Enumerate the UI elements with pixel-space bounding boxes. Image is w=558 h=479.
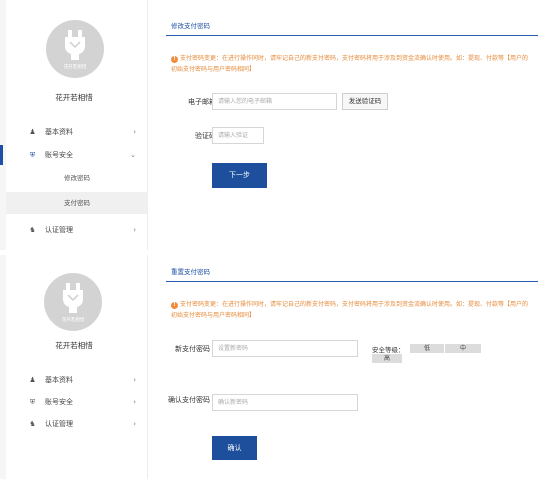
main-content: 重置支付密码 ! 支付密码变更：在进行操作同时，请牢记自己的新支付密码，支付密码将… [166, 255, 538, 479]
username: 花开若相惜 [55, 93, 93, 102]
strength-label: 安全等级： [372, 346, 405, 354]
certificate-icon: ♞ [29, 419, 36, 428]
chevron-right-icon: › [133, 398, 136, 406]
sidebar-item-label: 账号安全 [45, 151, 73, 159]
main-content: 修改支付密码 ! 支付密码变更：在进行操作同时，请牢记自己的新支付密码，支付密码将… [166, 0, 538, 250]
strength-level-high: 高 [372, 354, 402, 363]
sidebar-item-label: 认证管理 [45, 420, 73, 428]
new-password-label: 新支付密码 [175, 345, 210, 353]
certificate-icon: ♞ [29, 225, 36, 234]
sidebar-subitem-payment-password[interactable]: 支付密码 [6, 192, 148, 214]
title-divider [166, 281, 538, 282]
send-code-button[interactable]: 发送验证码 [342, 93, 388, 110]
strength-level-low: 低 [410, 344, 444, 353]
reset-payment-password-panel: 花开若相惜 花开若相惜 ♟ 基本资料 › ⛨ 账号安全 › ♞ 认证管理 › 重… [0, 255, 558, 479]
sidebar: 花开若相惜 花开若相惜 ♟ 基本资料 › ⛨ 账号安全 ⌄ 修改密码 支付密码 … [0, 0, 148, 250]
chevron-right-icon: › [133, 420, 136, 428]
notice-text: ! 支付密码变更：在进行操作同时，请牢记自己的新支付密码，支付密码将用于涉及到资金… [171, 301, 529, 319]
page-title: 修改支付密码 [171, 22, 210, 30]
plug-logo-icon [65, 30, 85, 60]
change-payment-password-panel: 花开若相惜 花开若相惜 ♟ 基本资料 › ⛨ 账号安全 ⌄ 修改密码 支付密码 … [0, 0, 558, 250]
sidebar-item-certification[interactable]: ♞ 认证管理 › [0, 220, 148, 240]
avatar-caption: 花开若相惜 [61, 318, 85, 323]
new-password-field[interactable]: 设置新密码 [212, 340, 358, 357]
warning-icon: ! [171, 56, 178, 63]
chevron-down-icon: ⌄ [130, 151, 136, 159]
user-icon: ♟ [29, 375, 36, 384]
sidebar-item-account-security[interactable]: ⛨ 账号安全 › [0, 392, 148, 412]
plug-logo-icon [63, 283, 83, 313]
confirm-password-label: 确认支付密码 [168, 396, 210, 404]
avatar-caption: 花开若相惜 [63, 65, 87, 70]
sidebar-subitem-change-password[interactable]: 修改密码 [6, 167, 148, 189]
chevron-right-icon: › [133, 226, 136, 234]
sidebar-item-account-security[interactable]: ⛨ 账号安全 ⌄ [0, 145, 148, 165]
avatar: 花开若相惜 [44, 273, 102, 331]
sidebar-item-basic-info[interactable]: ♟ 基本资料 › [0, 122, 148, 142]
notice-text: ! 支付密码变更：在进行操作同时，请牢记自己的新支付密码，支付密码将用于涉及到资金… [171, 55, 529, 73]
title-divider [166, 35, 538, 36]
page-title: 重置支付密码 [171, 268, 210, 276]
sidebar: 花开若相惜 花开若相惜 ♟ 基本资料 › ⛨ 账号安全 › ♞ 认证管理 › [0, 255, 148, 479]
sidebar-item-certification[interactable]: ♞ 认证管理 › [0, 414, 148, 434]
user-icon: ♟ [29, 127, 36, 136]
verification-code-field[interactable]: 请输入验证 [212, 127, 264, 144]
next-step-button[interactable]: 下一步 [212, 163, 267, 188]
sidebar-item-label: 认证管理 [45, 226, 73, 234]
strength-level-medium: 中 [445, 344, 481, 353]
sidebar-item-label: 基本资料 [45, 376, 73, 384]
sidebar-item-label: 账号安全 [45, 398, 73, 406]
email-field[interactable]: 请输入您的电子邮箱 [212, 93, 337, 110]
shield-icon: ⛨ [29, 397, 36, 406]
sidebar-item-label: 基本资料 [45, 128, 73, 136]
shield-icon: ⛨ [29, 150, 36, 159]
sidebar-item-basic-info[interactable]: ♟ 基本资料 › [0, 370, 148, 390]
username: 花开若相惜 [55, 341, 93, 350]
confirm-button[interactable]: 确认 [212, 436, 257, 460]
email-label: 电子邮箱 [188, 98, 216, 106]
chevron-right-icon: › [133, 376, 136, 384]
warning-icon: ! [171, 302, 178, 309]
verification-code-label: 验证码 [195, 132, 216, 140]
chevron-right-icon: › [133, 128, 136, 136]
confirm-password-field[interactable]: 确认新密码 [212, 394, 358, 411]
avatar: 花开若相惜 [46, 20, 104, 78]
